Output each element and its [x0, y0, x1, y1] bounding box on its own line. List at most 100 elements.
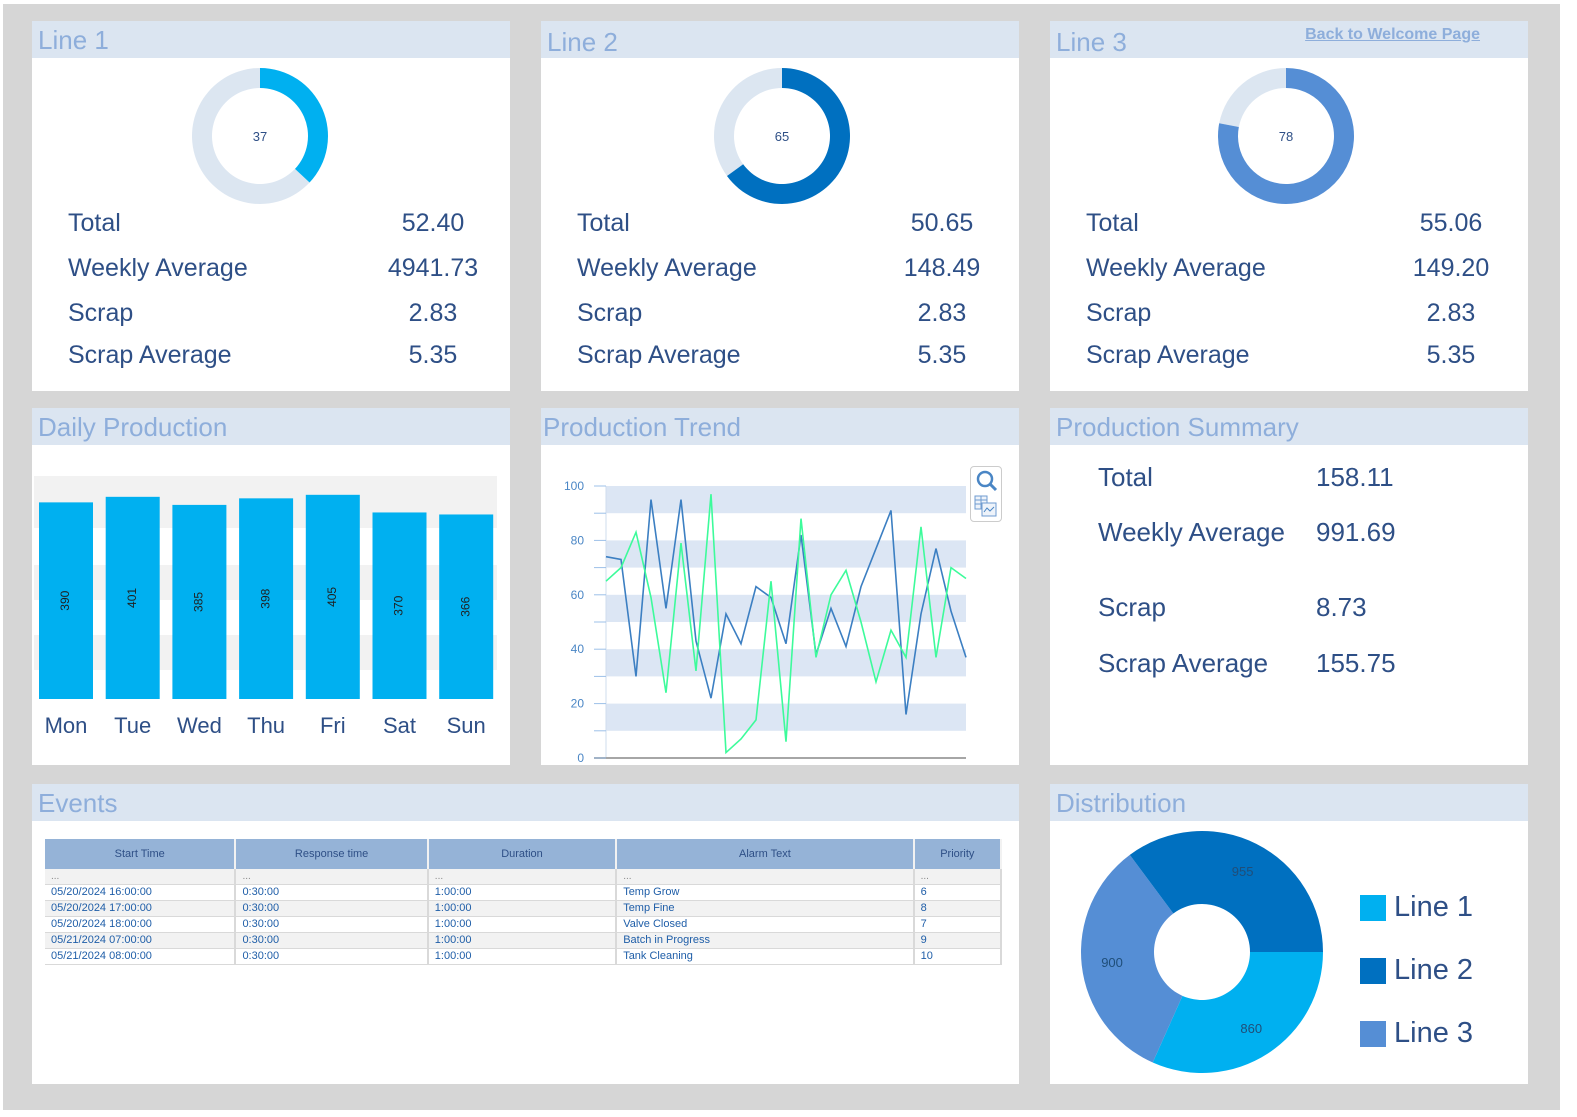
- summary-value: 991.69: [1316, 517, 1396, 547]
- table-cell: Batch in Progress: [616, 932, 915, 949]
- gauge-track: [714, 68, 782, 176]
- events-table: Start Time Response time Duration Alarm Tex…: [45, 839, 1003, 965]
- summary-label: Scrap: [1098, 592, 1166, 622]
- slice-data-label: 955: [1232, 864, 1254, 879]
- x-tick-label: Fri: [320, 713, 346, 738]
- line-1-gauge: 37: [192, 68, 328, 204]
- table-cell: ...: [913, 869, 1003, 885]
- table-row[interactable]: 05/21/2024 07:00:00 0:30:00 1:00:00 Batch i…: [45, 932, 1003, 949]
- stat-label: Total: [577, 209, 630, 237]
- gauge-fill: [260, 68, 328, 183]
- events-panel: Events Start Time Response time Duration Al…: [32, 784, 1019, 1084]
- stat-label: Scrap: [68, 299, 134, 327]
- bar-data-label: 385: [192, 592, 206, 612]
- y-tick-label: 0: [577, 751, 584, 765]
- slice-data-label: 900: [1101, 955, 1123, 970]
- bar-data-label: 405: [325, 587, 339, 607]
- production-trend-panel: Production Trend 0 20 40 60 80 100: [541, 408, 1019, 765]
- table-cell: 05/20/2024 16:00:00: [45, 884, 237, 901]
- stat-value: 2.83: [408, 299, 458, 327]
- table-cell: 0:30:00: [235, 916, 429, 933]
- stat-label: Scrap: [1086, 299, 1152, 327]
- table-cell: 1:00:00: [427, 884, 618, 901]
- table-cell: 05/21/2024 08:00:00: [45, 948, 237, 965]
- table-cell: 1:00:00: [427, 916, 618, 933]
- legend-label: Line 2: [1394, 954, 1474, 986]
- legend-item-line-3[interactable]: Line 3: [1360, 1017, 1473, 1050]
- column-header-start-time[interactable]: Start Time: [45, 839, 237, 869]
- column-header-priority[interactable]: Priority: [913, 839, 1003, 869]
- stat-value: 55.06: [1419, 209, 1483, 237]
- legend-label: Line 3: [1394, 1017, 1474, 1049]
- y-tick-label: 60: [571, 588, 585, 602]
- summary-label: Total: [1098, 462, 1153, 492]
- panel-header: Distribution: [1050, 784, 1528, 821]
- table-cell: 0:30:00: [235, 900, 429, 917]
- table-cell: 1:00:00: [427, 932, 618, 949]
- stat-value: 5.35: [917, 341, 967, 369]
- panel-title: Events: [38, 788, 118, 818]
- panel-header: Daily Production: [32, 408, 510, 445]
- slice-data-label: 860: [1240, 1021, 1262, 1036]
- stat-value: 2.83: [1426, 299, 1476, 327]
- panel-title: Line 2: [547, 27, 618, 57]
- production-summary-panel: Production Summary Total 158.11 Weekly Av…: [1050, 408, 1528, 765]
- stat-value: 4941.73: [387, 254, 479, 282]
- stat-row-scrap-average: Scrap Average 5.35: [1086, 341, 1475, 377]
- slice-line-2: [1129, 831, 1323, 952]
- zoom-icon[interactable]: [971, 468, 1001, 494]
- gauge-value-label: 78: [1279, 129, 1293, 144]
- stat-label: Scrap Average: [577, 341, 741, 369]
- y-tick-label: 40: [571, 642, 585, 656]
- table-cell: Temp Grow: [616, 884, 915, 901]
- chart-table-icon[interactable]: [971, 494, 1001, 520]
- slice-line-1: [1152, 952, 1323, 1073]
- legend-item-line-2[interactable]: Line 2: [1360, 954, 1473, 987]
- bar-data-label: 398: [258, 588, 272, 608]
- chart-toolbar: [970, 466, 1002, 522]
- stat-value: 52.40: [401, 209, 465, 237]
- table-cell: 0:30:00: [235, 932, 429, 949]
- summary-label: Weekly Average: [1098, 517, 1285, 547]
- stat-value: 50.65: [910, 209, 974, 237]
- table-cell: 8: [913, 900, 1003, 917]
- table-row[interactable]: 05/21/2024 08:00:00 0:30:00 1:00:00 Tank Cl…: [45, 948, 1003, 965]
- column-header-alarm-text[interactable]: Alarm Text: [616, 839, 915, 869]
- placeholder-row: ...............: [45, 869, 1003, 885]
- column-header-response-time[interactable]: Response time: [235, 839, 429, 869]
- stat-label: Scrap: [577, 299, 643, 327]
- back-to-welcome-link[interactable]: Back to Welcome Page: [1305, 26, 1480, 44]
- stat-row-scrap: Scrap 2.83: [577, 299, 966, 335]
- panel-header: Events: [32, 784, 1019, 821]
- legend-item-line-1[interactable]: Line 1: [1360, 891, 1473, 924]
- column-header-duration[interactable]: Duration: [427, 839, 618, 869]
- panel-header: Line 2: [541, 21, 1019, 58]
- table-cell: 10: [913, 948, 1003, 965]
- stat-value: 148.49: [903, 254, 981, 282]
- stat-label: Weekly Average: [68, 254, 248, 282]
- stat-label: Scrap Average: [1086, 341, 1250, 369]
- stat-row-total: Total 50.65: [577, 209, 973, 245]
- stat-row-scrap: Scrap 2.83: [68, 299, 457, 335]
- legend-label: Line 1: [1394, 891, 1474, 923]
- stat-value: 5.35: [408, 341, 458, 369]
- gauge-track: [1219, 68, 1286, 128]
- table-row[interactable]: 05/20/2024 16:00:00 0:30:00 1:00:00 Temp Gr…: [45, 884, 1003, 901]
- stat-label: Weekly Average: [1086, 254, 1266, 282]
- table-cell: Temp Fine: [616, 900, 915, 917]
- stat-row-weekly-average: Weekly Average 148.49: [577, 254, 980, 290]
- grid-band: [606, 703, 966, 731]
- panel-title: Line 3: [1056, 27, 1127, 57]
- stat-value: 149.20: [1412, 254, 1490, 282]
- gauge-value-label: 37: [253, 129, 267, 144]
- table-cell: 0:30:00: [235, 948, 429, 965]
- gauge-value-label: 65: [775, 129, 789, 144]
- table-cell: ...: [235, 869, 429, 885]
- grid-band: [606, 486, 966, 514]
- line-2-panel: Line 2 65 Total 50.65 Weekly Average 148.49…: [541, 21, 1019, 391]
- table-row[interactable]: 05/20/2024 18:00:00 0:30:00 1:00:00 Valve C…: [45, 916, 1003, 933]
- panel-header: Production Trend: [541, 408, 1019, 445]
- x-tick-label: Sun: [447, 713, 486, 738]
- table-row[interactable]: 05/20/2024 17:00:00 0:30:00 1:00:00 Temp Fi…: [45, 900, 1003, 917]
- panel-title: Production Summary: [1056, 412, 1299, 442]
